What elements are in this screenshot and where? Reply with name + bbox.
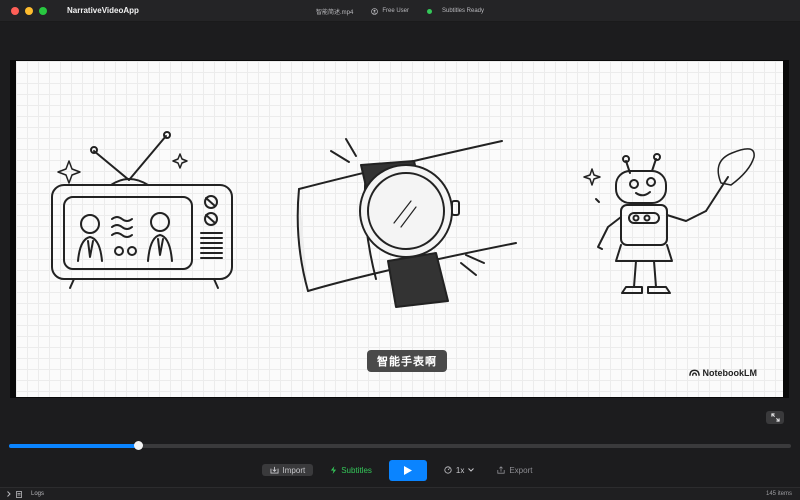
chevron-right-icon — [7, 491, 11, 497]
app-name: NarrativeVideoApp — [67, 6, 139, 15]
speed-label: 1x — [455, 465, 465, 475]
play-icon — [403, 465, 412, 475]
expand-icon — [770, 413, 780, 422]
import-label: Import — [282, 465, 306, 475]
import-button[interactable]: Import — [261, 464, 314, 476]
export-button[interactable]: Export — [491, 464, 538, 476]
video-player[interactable]: 智能手表啊 NotebookLM — [10, 60, 789, 398]
export-icon — [497, 466, 505, 474]
status-bar: Logs 145 items — [0, 487, 800, 500]
window-controls — [11, 6, 47, 15]
play-button[interactable] — [388, 459, 427, 481]
close-window-button[interactable] — [11, 6, 19, 15]
title-bar: NarrativeVideoApp — [0, 0, 800, 22]
video-illustration — [51, 131, 755, 308]
import-icon — [270, 466, 279, 474]
export-label: Export — [509, 465, 533, 475]
watermark-label: NotebookLM — [702, 368, 758, 378]
tv-illustration-icon — [51, 131, 233, 289]
logs-label: Logs — [31, 491, 45, 497]
zoom-window-button[interactable] — [39, 6, 47, 15]
speed-icon — [444, 466, 452, 474]
speed-selector[interactable]: 1x — [438, 464, 480, 476]
subtitles-label: Subtitles — [341, 465, 372, 475]
fullscreen-button[interactable] — [766, 411, 784, 424]
playback-timeline[interactable] — [9, 441, 791, 450]
timeline-scrubber[interactable] — [134, 441, 144, 450]
subtitles-icon — [331, 466, 337, 474]
playback-controls: Import Subtitles 1x Export — [0, 459, 800, 481]
chevron-down-icon — [468, 468, 475, 472]
logs-toggle[interactable]: Logs — [7, 490, 45, 498]
video-subtitle: 智能手表啊 — [367, 350, 447, 372]
subtitles-button[interactable]: Subtitles — [324, 464, 378, 476]
robot-illustration-icon — [583, 148, 755, 294]
notebooklm-watermark: NotebookLM — [688, 368, 758, 378]
notebooklm-logo-icon — [688, 369, 700, 376]
video-frame: 智能手表啊 NotebookLM — [16, 61, 783, 397]
item-count: 145 items — [765, 491, 792, 497]
minimize-window-button[interactable] — [25, 6, 33, 15]
timeline-progress — [9, 444, 139, 448]
smartwatch-illustration-icon — [296, 138, 517, 308]
top-spacer — [0, 22, 800, 58]
logs-icon — [16, 490, 22, 498]
